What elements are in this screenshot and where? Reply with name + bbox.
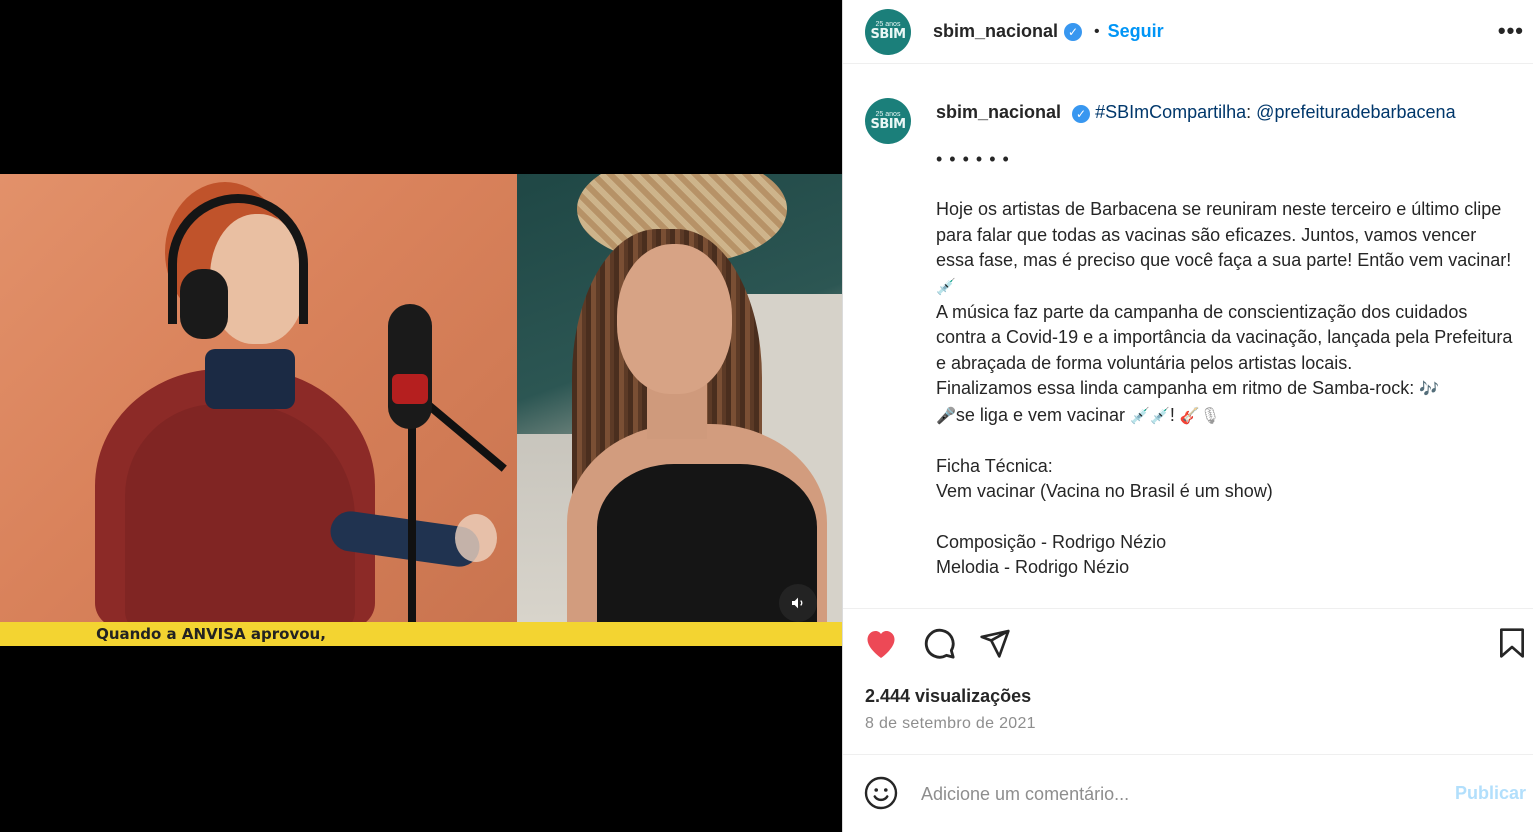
caption-paragraph: A música faz parte da campanha de consci… <box>936 302 1518 373</box>
music-notes-icon: 🎶 <box>1419 381 1440 399</box>
caption-paragraph: Finalizamos essa linda campanha em ritmo… <box>936 378 1415 399</box>
caption-username-link[interactable]: sbim_nacional <box>936 102 1061 122</box>
like-button[interactable] <box>863 625 899 661</box>
emoji-picker-button[interactable] <box>863 775 899 811</box>
mute-toggle-button[interactable] <box>779 584 817 622</box>
microphone-icon: 🎤 <box>936 407 956 425</box>
subtitle-bar: Quando a ANVISA aprovou, <box>0 622 842 646</box>
instagram-post-modal: Quando a ANVISA aprovou, 25 anos SBIM sb… <box>0 0 1533 832</box>
publish-button[interactable]: Publicar <box>1455 783 1526 804</box>
heart-icon <box>867 631 895 658</box>
singer-left-panel <box>0 174 517 634</box>
hashtag-link[interactable]: #SBImCompartilha <box>1095 102 1246 122</box>
send-icon <box>980 629 1010 658</box>
credit-composicao: Composição - Rodrigo Nézio <box>936 531 1167 552</box>
microphone <box>388 304 432 429</box>
syringe-icon: 💉💉 <box>1130 407 1170 425</box>
avatar[interactable]: 25 anos SBIM <box>865 98 911 144</box>
video-frame: Quando a ANVISA aprovou, <box>0 174 842 646</box>
microphone-icon: 🎙 <box>1199 407 1221 425</box>
video-player[interactable]: Quando a ANVISA aprovou, <box>0 0 842 832</box>
verified-badge-icon: ✓ <box>1072 105 1091 123</box>
comment-button[interactable] <box>921 625 957 661</box>
post-sidebar: 25 anos SBIM sbim_nacional ✓ • Seguir ••… <box>842 0 1533 832</box>
smiley-icon <box>864 776 898 810</box>
caption-text: • • • • • • Hoje os artistas de Barbacen… <box>936 147 1516 581</box>
header-username-link[interactable]: sbim_nacional <box>933 21 1058 42</box>
mention-link[interactable]: @prefeituradebarbacena <box>1256 102 1455 122</box>
verified-badge-icon: ✓ <box>1064 22 1083 41</box>
more-options-icon[interactable]: ••• <box>1498 18 1524 44</box>
caption-paragraph: Hoje os artistas de Barbacena se reunira… <box>936 199 1512 271</box>
bookmark-icon <box>1500 628 1524 658</box>
share-button[interactable] <box>977 625 1013 661</box>
comment-input[interactable] <box>921 781 1441 807</box>
singer-right-panel <box>517 174 842 646</box>
speaker-icon <box>792 597 803 609</box>
caption-dots: • • • • • • <box>936 149 1010 169</box>
syringe-icon: 💉 <box>936 278 956 296</box>
guitar-icon: 🎸 <box>1179 407 1200 425</box>
comment-bar: Publicar <box>843 754 1533 832</box>
caption-first-line: sbim_nacional ✓ #SBImCompartilha: @prefe… <box>936 102 1456 123</box>
ficha-song: Vem vacinar (Vacina no Brasil é um show) <box>936 481 1273 502</box>
action-bar <box>843 608 1533 680</box>
caption-paragraph: se liga e vem vacinar <box>955 404 1125 425</box>
ficha-title: Ficha Técnica: <box>936 456 1053 477</box>
post-date[interactable]: 8 de setembro de 2021 <box>865 715 1036 733</box>
save-button[interactable] <box>1494 625 1530 661</box>
caption-section: 25 anos SBIM sbim_nacional ✓ #SBImCompar… <box>843 65 1533 607</box>
view-count: 2.444 visualizações <box>865 686 1032 706</box>
avatar[interactable]: 25 anos SBIM <box>865 8 911 55</box>
separator-dot: • <box>1094 22 1100 40</box>
comment-icon <box>924 628 955 659</box>
follow-button[interactable]: Seguir <box>1108 21 1164 42</box>
video-subtitle: Quando a ANVISA aprovou, <box>96 625 326 643</box>
post-header: 25 anos SBIM sbim_nacional ✓ • Seguir ••… <box>843 0 1533 64</box>
credit-melodia: Melodia - Rodrigo Nézio <box>936 557 1130 578</box>
